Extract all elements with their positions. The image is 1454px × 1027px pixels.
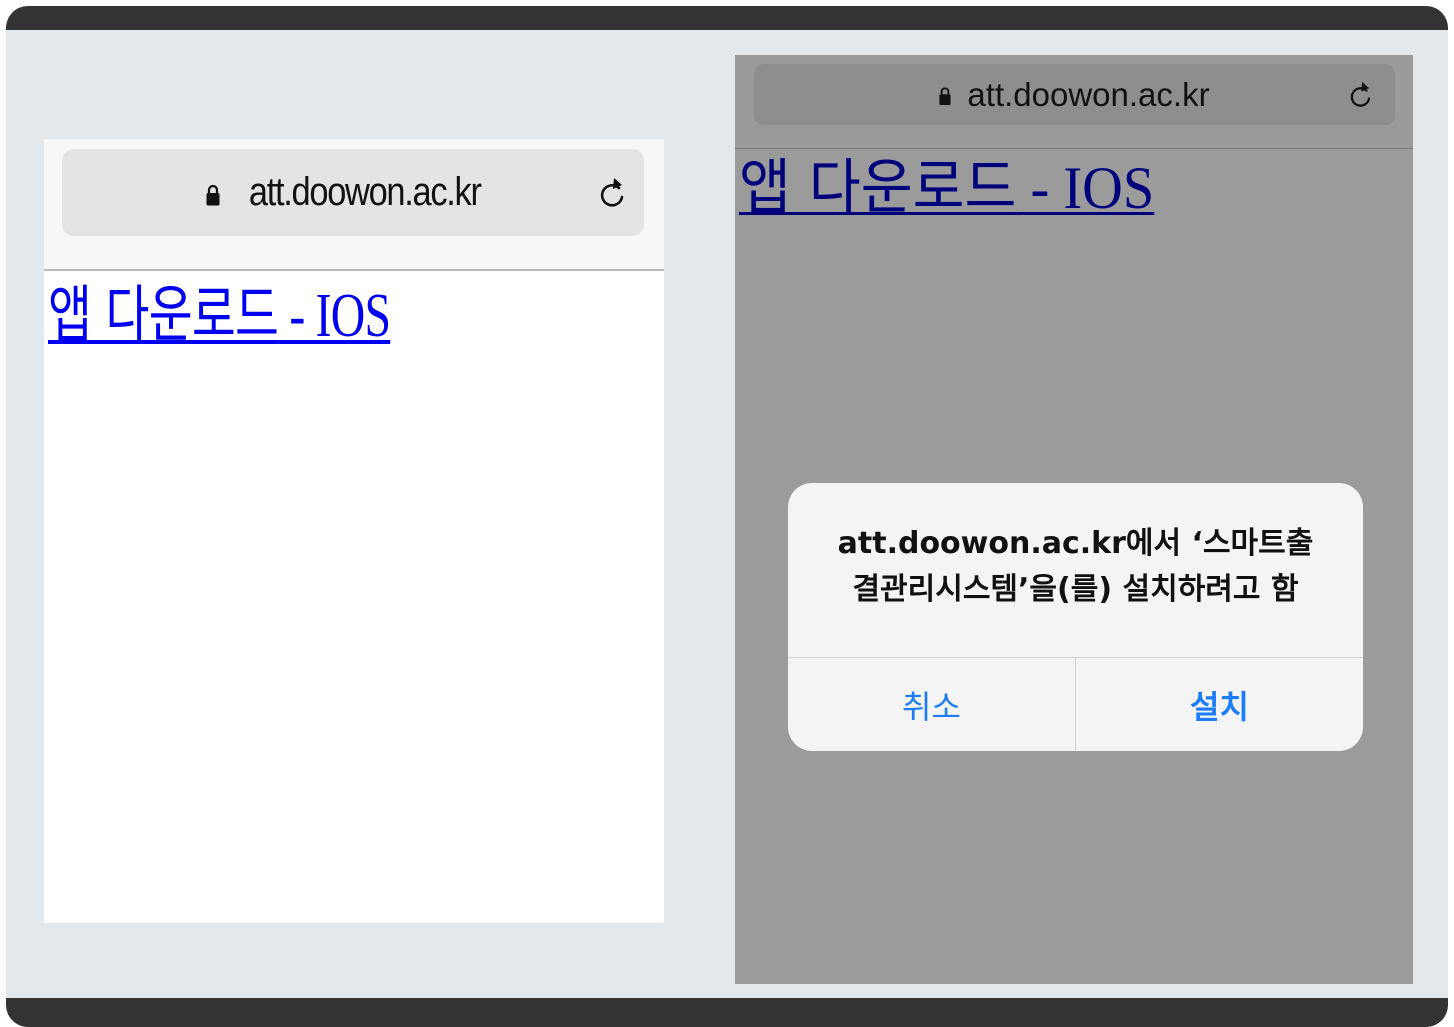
- link-latin-text: - IOS: [278, 282, 391, 350]
- install-button[interactable]: 설치: [1076, 658, 1363, 751]
- alert-message: att.doowon.ac.kr에서 ‘스마트출 결관리시스템’을(를) 설치하…: [788, 521, 1363, 613]
- alert-message-line-1: att.doowon.ac.kr에서 ‘스마트출: [837, 526, 1314, 561]
- alert-message-line-2: 결관리시스템’을(를) 설치하려고 함: [852, 572, 1299, 607]
- reload-icon[interactable]: [1350, 79, 1376, 111]
- link-korean-text: 앱 다운로드: [739, 153, 1017, 223]
- link-latin-text: - IOS: [1016, 155, 1155, 221]
- lock-icon: [939, 86, 951, 105]
- app-download-link[interactable]: 앱 다운로드 - IOS: [48, 278, 391, 351]
- right-phone-screen: att.doowon.ac.kr 앱 다운로드 - IOS att.doowon…: [735, 55, 1413, 984]
- left-phone-screen: att.doowon.ac.kr 앱 다운로드 - IOS: [44, 139, 664, 923]
- link-korean-text: 앱 다운로드: [48, 278, 279, 351]
- browser-top-bar: att.doowon.ac.kr: [735, 55, 1413, 149]
- address-content: att.doowon.ac.kr: [754, 64, 1395, 125]
- cancel-button[interactable]: 취소: [788, 658, 1075, 751]
- url-text: att.doowon.ac.kr: [249, 170, 482, 214]
- app-download-link[interactable]: 앱 다운로드 - IOS: [739, 155, 1154, 221]
- address-content: att.doowon.ac.kr: [62, 149, 644, 236]
- browser-top-bar: att.doowon.ac.kr: [44, 139, 664, 271]
- address-bar[interactable]: att.doowon.ac.kr: [754, 64, 1395, 125]
- address-bar[interactable]: att.doowon.ac.kr: [62, 149, 644, 236]
- url-text: att.doowon.ac.kr: [967, 75, 1210, 113]
- reload-icon[interactable]: [600, 175, 630, 211]
- lock-icon: [206, 184, 220, 205]
- install-alert-dialog: att.doowon.ac.kr에서 ‘스마트출 결관리시스템’을(를) 설치하…: [788, 483, 1363, 751]
